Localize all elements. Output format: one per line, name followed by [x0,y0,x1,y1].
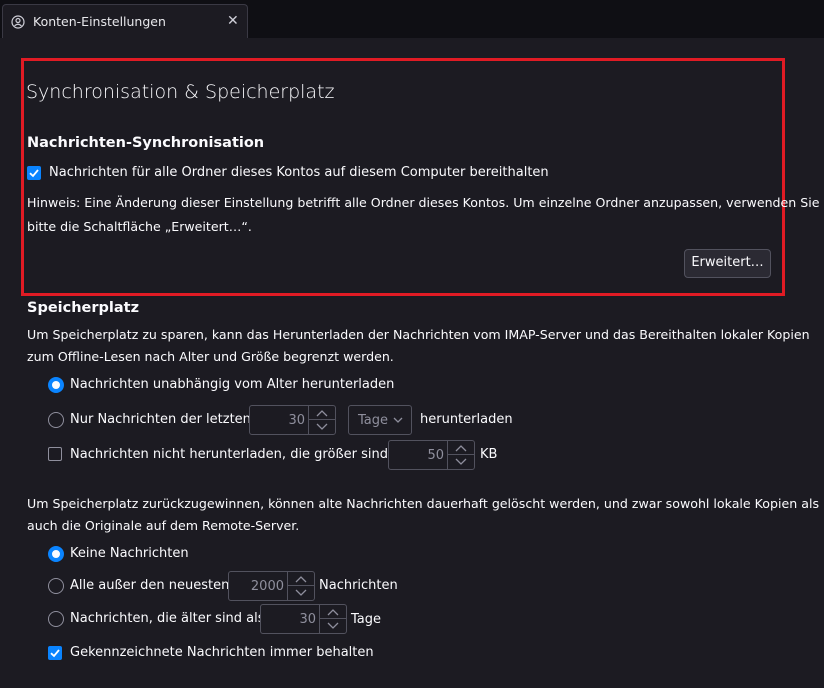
delete-except-radio[interactable] [48,578,64,594]
chevron-up-icon [455,445,467,452]
delete-except-label[interactable]: Alle außer den neuesten [70,578,229,593]
size-limit-checkbox[interactable] [48,447,62,461]
size-limit-unit: KB [480,447,498,462]
account-settings-icon [11,15,25,29]
delete-older-suffix: Tage [351,612,382,627]
chevron-up-icon [316,410,328,417]
size-limit-stepper[interactable]: 50 [388,440,475,470]
recent-days-stepper[interactable]: 30 [249,405,336,435]
keep-messages-label[interactable]: Nachrichten für alle Ordner dieses Konto… [49,165,549,180]
older-days-value: 30 [299,612,316,627]
section-heading: Synchronisation & Speicherplatz [26,81,335,103]
download-recent-suffix: herunterladen [420,412,513,427]
stepper-down-button[interactable] [288,586,314,600]
chevron-down-icon [327,622,339,629]
stepper-up-button[interactable] [448,441,474,455]
hint-text-line1: Hinweis: Eine Änderung dieser Einstellun… [27,195,820,210]
size-limit-value: 50 [427,448,444,463]
recent-days-value: 30 [288,413,305,428]
keep-messages-checkbox[interactable] [27,166,41,180]
reclaim-desc-line1: Um Speicherplatz zurückzugewinnen, könne… [27,496,820,511]
keep-flagged-checkbox[interactable] [48,646,62,660]
delete-older-radio[interactable] [48,611,64,627]
close-icon[interactable]: ✕ [227,13,239,29]
tab-bar: Konten-Einstellungen ✕ [0,0,824,38]
older-days-stepper[interactable]: 30 [260,604,347,634]
storage-desc-line1: Um Speicherplatz zu sparen, kann das Her… [27,327,810,342]
except-count-stepper[interactable]: 2000 [228,571,315,601]
advanced-button[interactable]: Erweitert… [684,249,771,278]
download-recent-radio[interactable] [48,412,64,428]
delete-except-suffix: Nachrichten [319,578,398,593]
reclaim-desc-line2: auch die Originale auf dem Remote-Server… [27,518,300,533]
stepper-down-button[interactable] [309,420,335,434]
stepper-up-button[interactable] [288,572,314,586]
keep-flagged-label[interactable]: Gekennzeichnete Nachrichten immer behalt… [70,645,374,660]
download-recent-label[interactable]: Nur Nachrichten der letzten [70,412,251,427]
delete-none-radio[interactable] [48,546,64,562]
except-count-value: 2000 [250,579,284,594]
hint-text-line2: bitte die Schaltfläche „Erweitert…“. [27,219,252,234]
stepper-up-button[interactable] [320,605,346,619]
storage-desc-line2: zum Offline-Lesen nach Alter und Größe b… [27,349,394,364]
chevron-down-icon [455,458,467,465]
delete-none-label[interactable]: Keine Nachrichten [70,546,189,561]
chevron-down-icon [295,589,307,596]
stepper-down-button[interactable] [448,455,474,469]
chevron-up-icon [295,576,307,583]
recent-unit-select[interactable]: Tage [348,405,412,435]
size-limit-label[interactable]: Nachrichten nicht herunterladen, die grö… [70,447,410,462]
download-all-radio[interactable] [48,377,64,393]
recent-unit-value: Tage [358,413,389,428]
storage-heading: Speicherplatz [27,300,140,316]
sync-subheading: Nachrichten-Synchronisation [27,135,265,151]
chevron-down-icon [316,423,328,430]
tab-account-settings[interactable]: Konten-Einstellungen ✕ [2,4,248,38]
chevron-up-icon [327,609,339,616]
tab-title: Konten-Einstellungen [33,14,166,29]
checkmark-icon [50,649,60,658]
chevron-down-icon [393,417,403,423]
download-all-label[interactable]: Nachrichten unabhängig vom Alter herunte… [70,377,394,392]
stepper-down-button[interactable] [320,619,346,633]
checkmark-icon [29,169,39,178]
stepper-up-button[interactable] [309,406,335,420]
delete-older-label[interactable]: Nachrichten, die älter sind als [70,611,265,626]
